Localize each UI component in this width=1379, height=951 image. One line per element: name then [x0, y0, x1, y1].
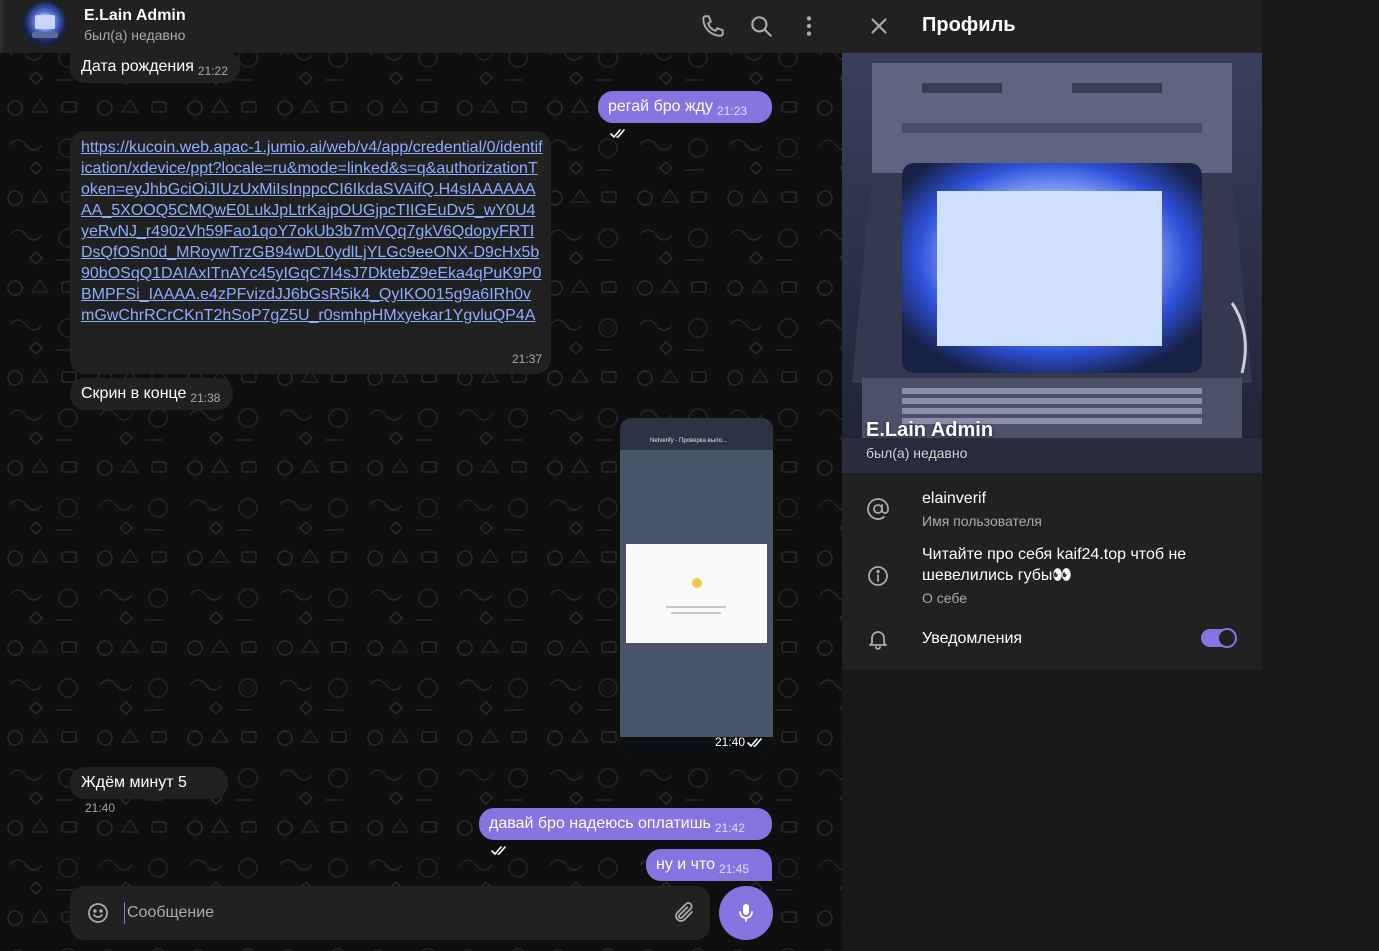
photo-document-sheet: [626, 544, 767, 643]
telegram-web-app: E.Lain Admin был(а) недавно Дата рождени…: [0, 0, 1379, 951]
message-incoming[interactable]: Ждём минут 5 21:40: [70, 767, 228, 815]
message-time: 21:42: [714, 821, 745, 835]
profile-panel: Профиль E.Lain Admin был(а) недавно elai…: [842, 0, 1262, 951]
chat-header[interactable]: E.Lain Admin был(а) недавно: [0, 0, 842, 53]
photo-browser-bar: Netverify - Проверка выло...: [620, 418, 773, 450]
chat-panel: E.Lain Admin был(а) недавно Дата рождени…: [0, 0, 842, 951]
message-text: Ждём минут 5: [81, 774, 187, 791]
close-icon[interactable]: [866, 13, 892, 39]
message-time: 21:37: [511, 352, 542, 366]
profile-header: Профиль: [842, 0, 1262, 53]
message-text: давай бро надеюсь оплатишь: [489, 815, 711, 832]
chat-status: был(а) недавно: [84, 27, 186, 43]
message-text: ну и что: [656, 856, 716, 873]
emoji-icon[interactable]: [86, 901, 110, 925]
double-check-icon: [747, 738, 762, 748]
profile-info-list: elainverif Имя пользователя Читайте про …: [842, 473, 1262, 670]
double-check-icon: [610, 129, 625, 139]
profile-username[interactable]: elainverif: [922, 488, 986, 509]
avatar[interactable]: [23, 2, 67, 46]
window-background: [1262, 0, 1379, 951]
profile-username-label: Имя пользователя: [922, 513, 1042, 529]
message-outgoing[interactable]: ну и что 21:45: [646, 849, 772, 897]
profile-name: E.Lain Admin: [866, 419, 994, 441]
notifications-toggle[interactable]: [1201, 628, 1237, 648]
message-time: 21:22: [197, 64, 228, 78]
info-icon: [868, 566, 888, 586]
voice-record-button[interactable]: [719, 886, 773, 940]
message-incoming[interactable]: Дата рождения 21:22: [70, 51, 240, 83]
notifications-label: Уведомления: [922, 630, 1023, 647]
message-input[interactable]: [124, 902, 664, 924]
profile-title: Профиль: [922, 14, 1016, 36]
message-time: 21:40: [715, 732, 765, 753]
search-icon[interactable]: [748, 13, 774, 39]
attach-icon[interactable]: [672, 901, 696, 925]
photo-caption: Netverify - Проверка выло...: [650, 438, 727, 444]
message-outgoing[interactable]: регай бро жду 21:23: [598, 91, 772, 139]
message-incoming[interactable]: Скрин в конце 21:38: [70, 378, 233, 410]
message-photo[interactable]: Netverify - Проверка выло... 21:40: [620, 418, 773, 757]
profile-last-seen: был(а) недавно: [866, 445, 968, 461]
message-composer: [70, 886, 710, 940]
more-vertical-icon[interactable]: [796, 13, 822, 39]
message-incoming-link[interactable]: https://kucoin.web.apac-1.jumio.ai/web/v…: [70, 131, 551, 374]
message-time: 21:40: [85, 801, 116, 815]
message-time: 21:38: [190, 391, 221, 405]
message-text: Дата рождения: [81, 58, 194, 75]
message-time: 21:23: [717, 104, 748, 118]
message-time: 21:45: [719, 862, 750, 876]
message-text: регай бро жду: [608, 98, 714, 115]
chat-title[interactable]: E.Lain Admin: [84, 7, 186, 25]
profile-about-label: О себе: [922, 590, 968, 606]
profile-photo[interactable]: E.Lain Admin был(а) недавно: [842, 53, 1262, 473]
retro-computer-illustration: [842, 53, 1262, 473]
message-link[interactable]: https://kucoin.web.apac-1.jumio.ai/web/v…: [81, 137, 543, 326]
phone-icon[interactable]: [700, 13, 726, 39]
bell-icon: [869, 631, 887, 650]
double-check-icon: [491, 846, 506, 856]
profile-about[interactable]: Читайте про себя kaif24.top чтоб не шеве…: [922, 544, 1222, 586]
logo-icon: [692, 578, 702, 588]
message-text: Скрин в конце: [81, 385, 187, 402]
at-sign-icon: [867, 498, 889, 520]
microphone-icon: [739, 904, 753, 922]
message-outgoing[interactable]: давай бро надеюсь оплатишь 21:42: [479, 808, 772, 856]
